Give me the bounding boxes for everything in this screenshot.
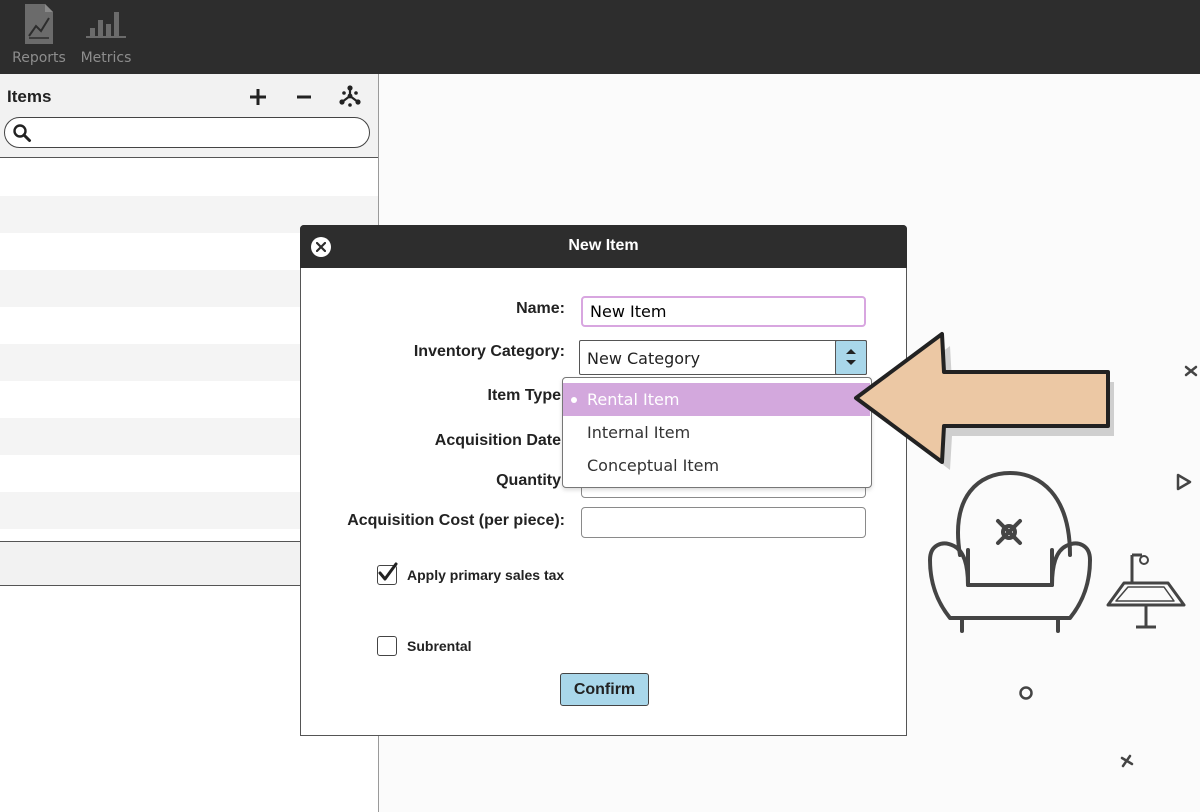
option-label: Rental Item	[587, 390, 680, 409]
inventory-category-label: Inventory Category:	[413, 343, 565, 360]
search-input[interactable]	[37, 122, 357, 144]
dropdown-option-rental-item[interactable]: Rental Item	[563, 383, 870, 416]
inventory-category-value: New Category	[587, 349, 701, 368]
remove-item-button[interactable]	[291, 84, 317, 110]
search-box[interactable]	[4, 117, 370, 148]
metrics-label: Metrics	[80, 50, 132, 66]
panel-title: Items	[7, 87, 52, 106]
plus-icon	[250, 89, 266, 105]
name-field[interactable]	[581, 296, 866, 327]
dialog-titlebar: New Item	[300, 225, 907, 268]
options-button[interactable]	[337, 84, 363, 110]
dialog-title: New Item	[568, 237, 639, 254]
top-toolbar: Reports Metrics	[0, 0, 1200, 74]
sparkle-icon	[1120, 754, 1134, 768]
acquisition-date-label: Acquisition Date	[434, 432, 561, 449]
item-type-label: Item Type	[487, 387, 562, 404]
dropdown-option-conceptual-item[interactable]: Conceptual Item	[563, 449, 870, 482]
snowflake-icon	[339, 85, 361, 107]
reports-label: Reports	[12, 50, 66, 66]
sales-tax-checkbox[interactable]	[377, 562, 398, 585]
reports-tool[interactable]: Reports	[6, 2, 72, 70]
inventory-category-select[interactable]: New Category	[579, 340, 867, 375]
sales-tax-label: Apply primary sales tax	[407, 567, 565, 583]
acquisition-cost-field[interactable]	[581, 507, 866, 538]
subrental-label: Subrental	[407, 638, 472, 654]
minus-icon	[297, 95, 311, 99]
option-label: Conceptual Item	[587, 456, 720, 475]
items-panel-header: Items	[0, 74, 378, 158]
name-label: Name:	[516, 300, 565, 317]
selected-dot-icon	[571, 397, 577, 403]
dropdown-option-internal-item[interactable]: Internal Item	[563, 416, 870, 449]
option-label: Internal Item	[587, 423, 691, 442]
checkmark-icon	[378, 562, 398, 581]
bar-chart-icon	[86, 12, 126, 38]
add-item-button[interactable]	[245, 84, 271, 110]
subrental-checkbox[interactable]	[377, 636, 397, 656]
item-type-dropdown[interactable]: Rental Item Internal Item Conceptual Ite…	[562, 377, 872, 488]
acquisition-cost-input[interactable]	[582, 508, 865, 537]
quantity-label: Quantity	[496, 472, 561, 489]
confirm-button[interactable]: Confirm	[560, 673, 649, 706]
new-item-dialog: New Item Name: Inventory Category: New C…	[300, 225, 907, 736]
report-chart-icon	[25, 4, 53, 44]
callout-arrow	[854, 332, 1114, 470]
metrics-tool[interactable]: Metrics	[73, 2, 139, 70]
acquisition-cost-label: Acquisition Cost (per piece):	[347, 512, 565, 529]
search-icon	[13, 124, 31, 142]
name-input[interactable]	[583, 298, 864, 325]
list-item[interactable]	[0, 159, 378, 196]
